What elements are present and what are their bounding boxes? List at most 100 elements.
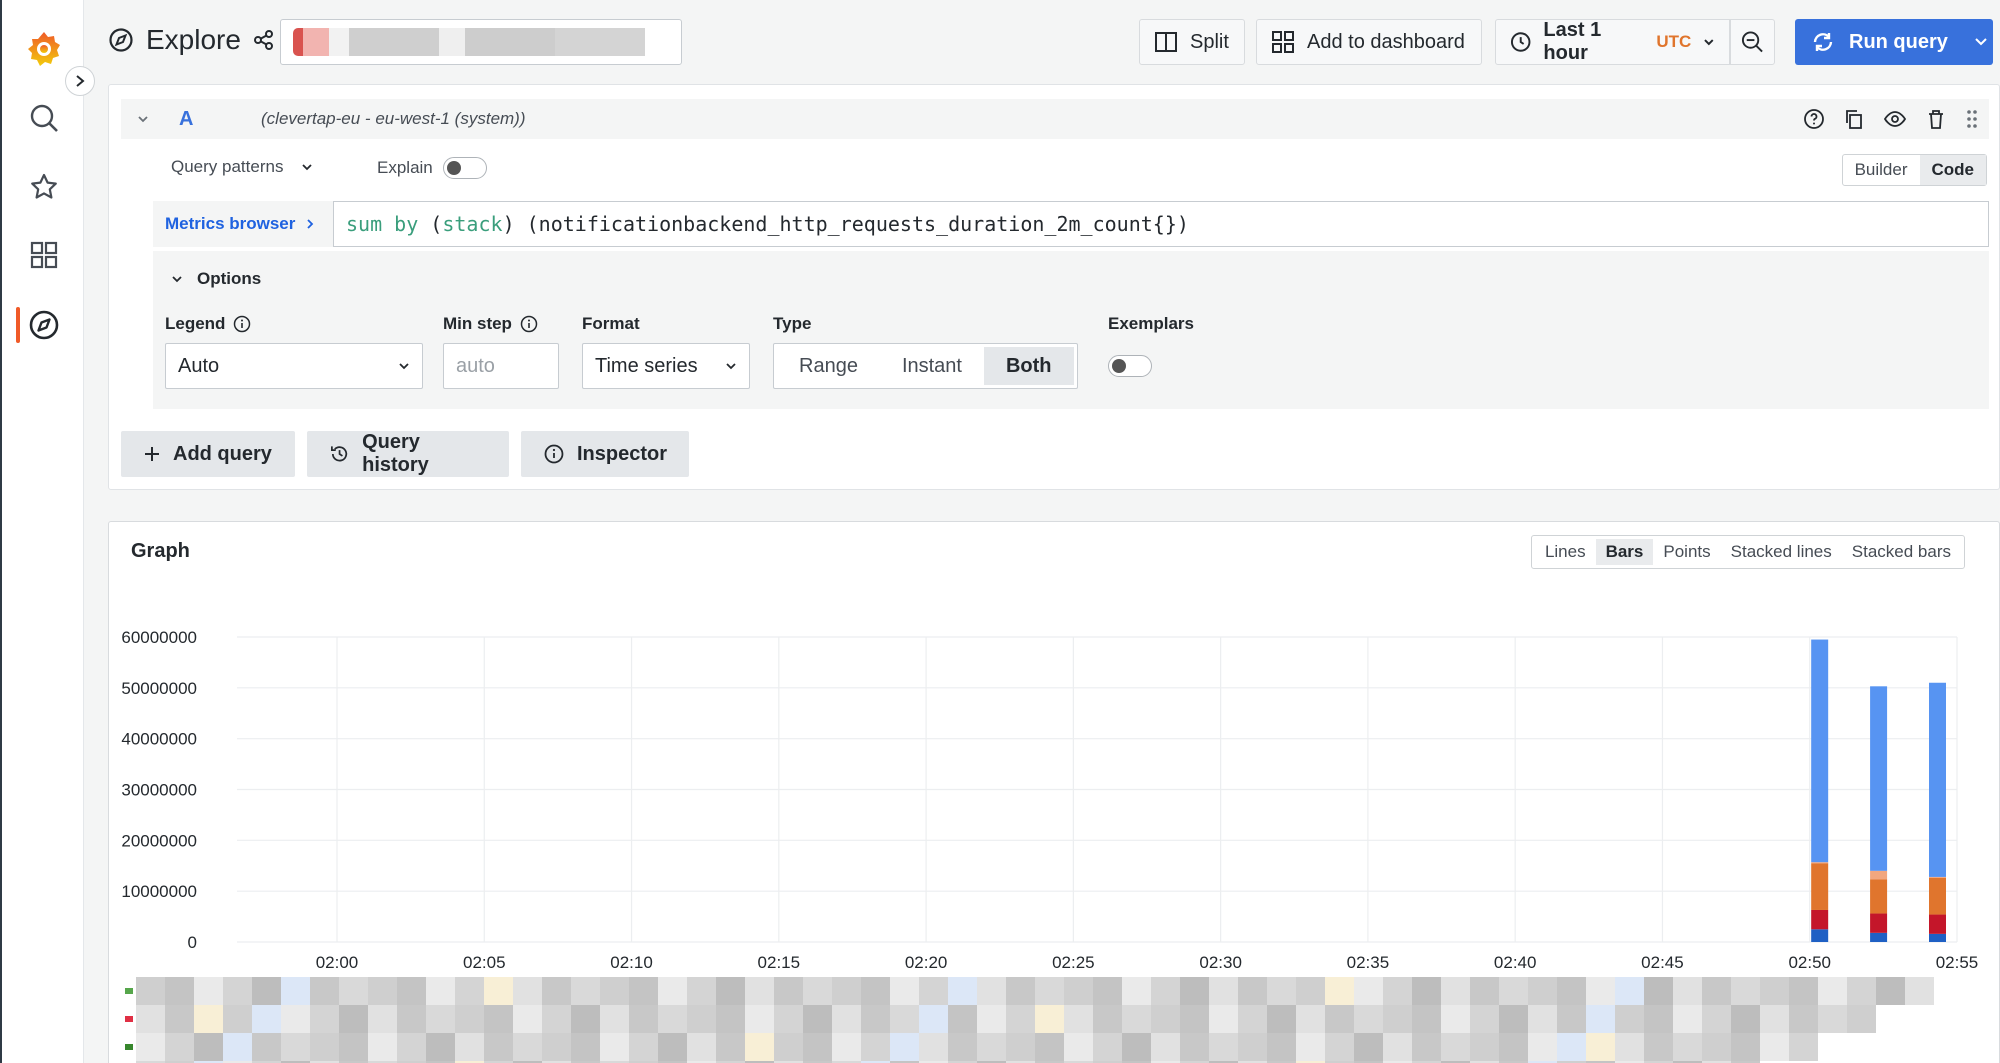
- legend-label-block: [1731, 1005, 1760, 1033]
- builder-tab[interactable]: Builder: [1843, 155, 1920, 185]
- exemplars-toggle[interactable]: [1108, 355, 1152, 377]
- graph-mode-points[interactable]: Points: [1653, 539, 1720, 565]
- format-select[interactable]: Time series: [582, 343, 750, 389]
- type-field: Type Range Instant Both: [773, 313, 1078, 389]
- legend-label-block: [1499, 1005, 1528, 1033]
- legend-label-block: [426, 977, 455, 1005]
- y-tick-label: 60000000: [121, 628, 197, 647]
- type-both-option[interactable]: Both: [983, 347, 1074, 385]
- trash-icon[interactable]: [1925, 108, 1947, 130]
- legend-label-block: [1644, 977, 1673, 1005]
- legend-label-block: [861, 1005, 890, 1033]
- query-history-button[interactable]: Query history: [307, 431, 509, 477]
- run-query-button[interactable]: Run query: [1795, 19, 1993, 65]
- legend-label-block: [368, 1033, 397, 1061]
- chevron-down-icon[interactable]: [1974, 37, 1988, 47]
- legend-label-block: [1238, 1033, 1267, 1061]
- legend-label-block: [165, 1033, 194, 1061]
- dashboards-icon[interactable]: [22, 233, 66, 277]
- share-icon[interactable]: [253, 29, 275, 51]
- legend-label-block: [1122, 1033, 1151, 1061]
- query-editor-panel: A (clevertap-eu - eu-west-1 (system)) Qu…: [108, 84, 2000, 490]
- type-instant-option[interactable]: Instant: [880, 347, 984, 385]
- legend-label-block: [1702, 977, 1731, 1005]
- inspector-button[interactable]: Inspector: [521, 431, 689, 477]
- y-tick-label: 30000000: [121, 781, 197, 800]
- type-range-option[interactable]: Range: [777, 347, 880, 385]
- query-ref-label[interactable]: A: [179, 108, 193, 131]
- legend-label-block: [310, 1005, 339, 1033]
- query-code-editor[interactable]: sum by (stack) (notificationbackend_http…: [333, 201, 1989, 247]
- legend-label-block: [629, 1005, 658, 1033]
- graph-mode-stacked-bars[interactable]: Stacked bars: [1842, 539, 1961, 565]
- metrics-browser-button[interactable]: Metrics browser: [153, 201, 335, 247]
- search-icon[interactable]: [22, 96, 66, 140]
- graph-mode-stacked-lines[interactable]: Stacked lines: [1721, 539, 1842, 565]
- legend-label-block: [1383, 977, 1412, 1005]
- explain-toggle[interactable]: [442, 157, 487, 179]
- drag-handle-icon[interactable]: [1965, 108, 1979, 130]
- legend-label-block: [1441, 1005, 1470, 1033]
- collapse-chevron-icon[interactable]: [137, 114, 149, 124]
- add-query-button[interactable]: Add query: [121, 431, 295, 477]
- graph-mode-bars[interactable]: Bars: [1595, 539, 1654, 565]
- legend-label-block: [600, 1033, 629, 1061]
- legend-item[interactable]: [125, 977, 1934, 1005]
- duplicate-icon[interactable]: [1843, 108, 1865, 130]
- graph-mode-lines[interactable]: Lines: [1535, 539, 1596, 565]
- options-toggle[interactable]: Options: [171, 269, 261, 289]
- explore-toolbar: Explore Split Add to dashboard Last 1 ho…: [84, 0, 2000, 82]
- chevron-right-icon: [76, 75, 85, 87]
- expand-nav-button[interactable]: [65, 66, 95, 96]
- legend-label-block: [1702, 1005, 1731, 1033]
- help-icon[interactable]: [1803, 108, 1825, 130]
- zoom-out-button[interactable]: [1730, 19, 1775, 65]
- legend-label-block: [368, 1005, 397, 1033]
- code-tab[interactable]: Code: [1919, 155, 1986, 185]
- stacked-bar-segment: [1870, 913, 1888, 933]
- zoom-out-icon: [1741, 31, 1763, 53]
- legend-label-block: [1441, 977, 1470, 1005]
- grafana-logo-icon[interactable]: [22, 26, 66, 70]
- x-tick-label: 02:50: [1788, 953, 1831, 972]
- stacked-bar-segment: [1929, 933, 1946, 942]
- time-series-chart[interactable]: 60000000 50000000 40000000 30000000 20000000…: [109, 602, 1999, 992]
- star-icon[interactable]: [22, 165, 66, 209]
- x-tick-label: 02:30: [1199, 953, 1242, 972]
- legend-label-block: [1557, 1005, 1586, 1033]
- metrics-row: Metrics browser sum by (stack) (notifica…: [153, 201, 1989, 247]
- info-icon[interactable]: [233, 315, 251, 333]
- format-field: Format Time series: [582, 313, 750, 389]
- min-step-input[interactable]: auto: [443, 343, 559, 389]
- info-icon[interactable]: [520, 315, 538, 333]
- legend-label-block: [890, 1033, 919, 1061]
- legend-label-block: [484, 1033, 513, 1061]
- explore-app: Explore Split Add to dashboard Last 1 ho…: [0, 0, 2000, 1063]
- legend-label-block: [658, 1033, 687, 1061]
- x-tick-label: 02:55: [1936, 953, 1979, 972]
- legend-select[interactable]: Auto: [165, 343, 423, 389]
- add-to-dashboard-button[interactable]: Add to dashboard: [1256, 19, 1482, 65]
- time-range-picker[interactable]: Last 1 hour UTC: [1495, 19, 1730, 65]
- datasource-picker[interactable]: [280, 19, 682, 65]
- split-button[interactable]: Split: [1139, 19, 1245, 65]
- legend-label-block: [1093, 977, 1122, 1005]
- graph-legend[interactable]: [125, 977, 1995, 1063]
- legend-label-block: [484, 1005, 513, 1033]
- legend-label-block: [484, 977, 513, 1005]
- legend-label-block: [1557, 977, 1586, 1005]
- stacked-bar-segment: [1929, 876, 1946, 878]
- query-options-section: Options Legend Auto Min step auto Format…: [153, 251, 1989, 409]
- legend-label-block: [658, 1005, 687, 1033]
- query-patterns-dropdown[interactable]: Query patterns: [171, 157, 313, 177]
- stacked-bar-segment: [1811, 909, 1829, 930]
- legend-label-block: [977, 1005, 1006, 1033]
- eye-icon[interactable]: [1883, 108, 1907, 130]
- legend-item[interactable]: [125, 1033, 1818, 1061]
- legend-label-block: [252, 977, 281, 1005]
- legend-item[interactable]: [125, 1005, 1876, 1033]
- explore-compass-icon[interactable]: [22, 303, 66, 347]
- chevron-right-icon: [307, 219, 314, 229]
- stacked-bar-segment: [1929, 682, 1946, 877]
- legend-label-block: [1093, 1033, 1122, 1061]
